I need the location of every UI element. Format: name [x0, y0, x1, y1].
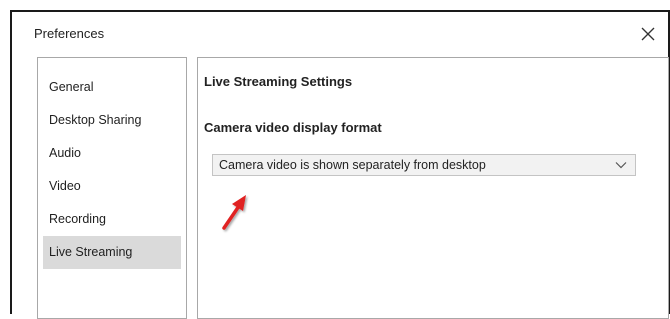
camera-format-dropdown[interactable]: Camera video is shown separately from de…: [212, 154, 636, 176]
preferences-window: Preferences General Desktop Sharing Audi…: [10, 10, 670, 319]
sidebar-item-label: General: [49, 80, 94, 94]
sidebar-item-general[interactable]: General: [43, 71, 181, 104]
sidebar-item-label: Audio: [49, 146, 81, 160]
sidebar-item-live-streaming[interactable]: Live Streaming: [43, 236, 181, 269]
sidebar-item-label: Recording: [49, 212, 106, 226]
settings-panel: Live Streaming Settings Camera video dis…: [197, 57, 669, 319]
section-heading: Live Streaming Settings: [204, 74, 353, 89]
dropdown-selected-value: Camera video is shown separately from de…: [219, 158, 486, 172]
close-icon: [641, 27, 655, 41]
sidebar-item-label: Video: [49, 179, 81, 193]
preferences-sidebar: General Desktop Sharing Audio Video Reco…: [37, 57, 187, 319]
sidebar-item-desktop-sharing[interactable]: Desktop Sharing: [43, 104, 181, 137]
window-title: Preferences: [34, 26, 105, 41]
sidebar-item-audio[interactable]: Audio: [43, 137, 181, 170]
sidebar-item-label: Live Streaming: [49, 245, 133, 259]
sidebar-item-recording[interactable]: Recording: [43, 203, 181, 236]
sidebar-item-video[interactable]: Video: [43, 170, 181, 203]
sidebar-item-label: Desktop Sharing: [49, 113, 142, 127]
red-arrow-pointer-icon: [222, 195, 246, 230]
close-button[interactable]: [638, 24, 658, 44]
chevron-down-icon: [615, 162, 627, 169]
camera-format-label: Camera video display format: [204, 120, 382, 135]
